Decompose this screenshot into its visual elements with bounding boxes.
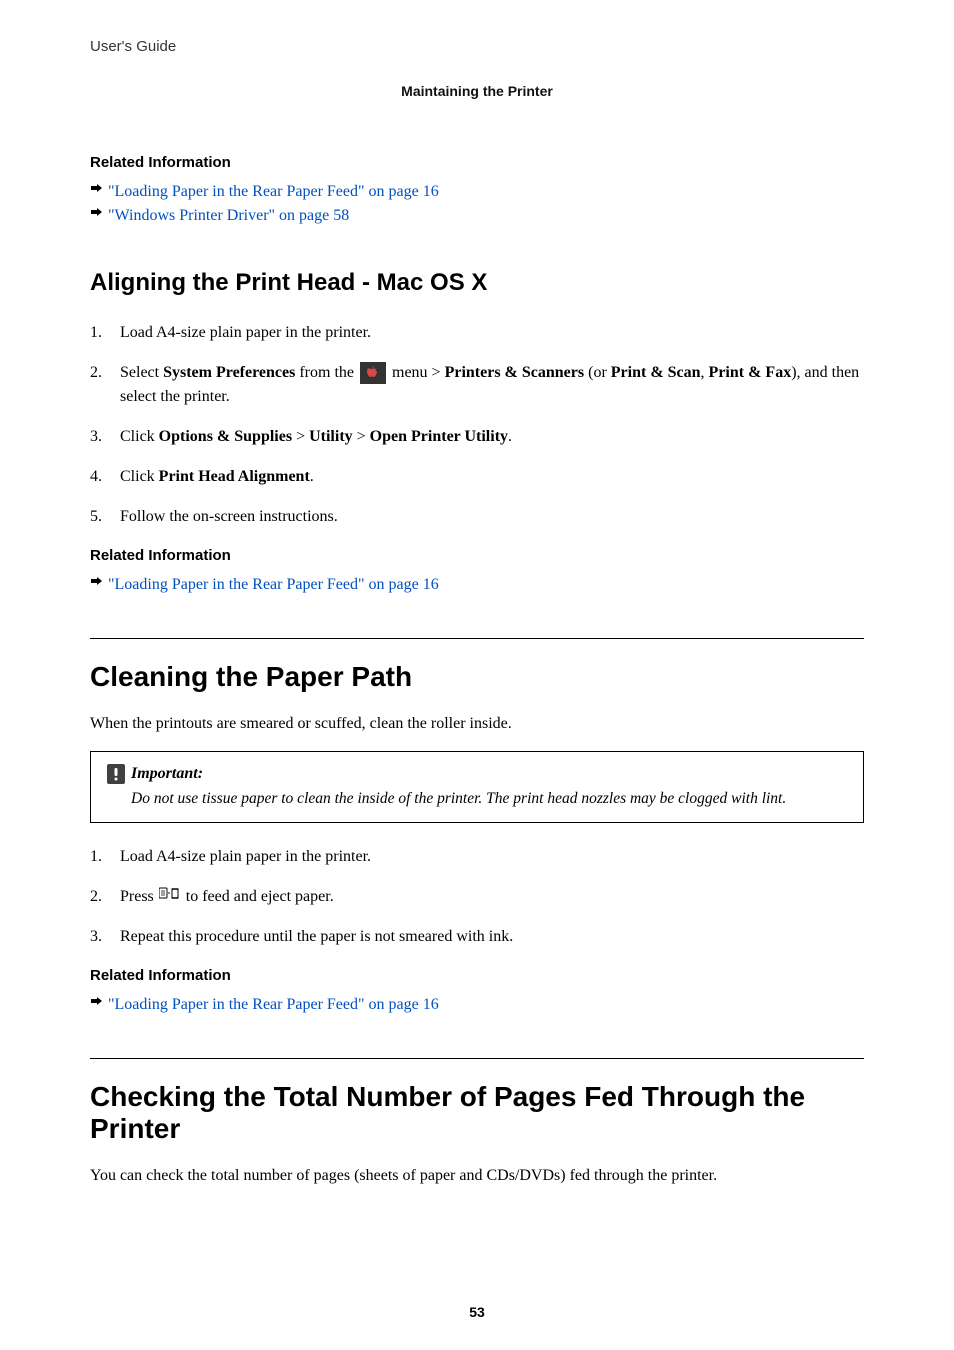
list-number: 3. xyxy=(90,925,108,949)
body-text: When the printouts are smeared or scuffe… xyxy=(90,715,864,733)
important-text: Do not use tissue paper to clean the ins… xyxy=(107,790,847,808)
related-info-heading: Related Information xyxy=(90,547,864,564)
list-item: 5. Follow the on-screen instructions. xyxy=(90,505,864,529)
list-number: 1. xyxy=(90,845,108,869)
list-number: 3. xyxy=(90,425,108,449)
list-text: Load A4-size plain paper in the printer. xyxy=(120,845,864,869)
apple-icon xyxy=(360,362,386,384)
list-item: 2. Select System Preferences from the me… xyxy=(90,361,864,409)
important-icon xyxy=(107,764,125,784)
page-number: 53 xyxy=(0,1304,954,1320)
important-label: Important: xyxy=(131,765,203,783)
list-item: 3. Repeat this procedure until the paper… xyxy=(90,925,864,949)
related-link-row: "Loading Paper in the Rear Paper Feed" o… xyxy=(90,996,864,1014)
guide-title: User's Guide xyxy=(90,38,864,55)
arrow-icon xyxy=(90,207,102,225)
heading-aligning-mac: Aligning the Print Head - Mac OS X xyxy=(90,269,864,297)
list-item: 3. Click Options & Supplies > Utility > … xyxy=(90,425,864,449)
related-info-heading: Related Information xyxy=(90,967,864,984)
list-item: 1. Load A4-size plain paper in the print… xyxy=(90,845,864,869)
list-number: 1. xyxy=(90,321,108,345)
arrow-icon xyxy=(90,183,102,201)
list-item: 2. Press to feed and eject paper. xyxy=(90,885,864,909)
related-link-row: "Loading Paper in the Rear Paper Feed" o… xyxy=(90,183,864,201)
body-text: You can check the total number of pages … xyxy=(90,1167,864,1185)
list-text: Follow the on-screen instructions. xyxy=(120,505,864,529)
list-number: 4. xyxy=(90,465,108,489)
list-text: Repeat this procedure until the paper is… xyxy=(120,925,864,949)
related-info-heading: Related Information xyxy=(90,154,864,171)
important-note: Important: Do not use tissue paper to cl… xyxy=(90,751,864,823)
list-text: Click Options & Supplies > Utility > Ope… xyxy=(120,425,864,449)
arrow-icon xyxy=(90,996,102,1014)
list-item: 1. Load A4-size plain paper in the print… xyxy=(90,321,864,345)
list-text: Press to feed and eject paper. xyxy=(120,885,864,909)
list-text: Click Print Head Alignment. xyxy=(120,465,864,489)
section-title: Maintaining the Printer xyxy=(90,83,864,99)
list-number: 2. xyxy=(90,361,108,409)
related-link-row: "Loading Paper in the Rear Paper Feed" o… xyxy=(90,576,864,594)
related-link-row: "Windows Printer Driver" on page 58 xyxy=(90,207,864,225)
related-link[interactable]: "Loading Paper in the Rear Paper Feed" o… xyxy=(108,996,439,1014)
related-link[interactable]: "Loading Paper in the Rear Paper Feed" o… xyxy=(108,183,439,201)
list-text: Load A4-size plain paper in the printer. xyxy=(120,321,864,345)
related-link[interactable]: "Windows Printer Driver" on page 58 xyxy=(108,207,349,225)
list-text: Select System Preferences from the menu … xyxy=(120,361,864,409)
list-item: 4. Click Print Head Alignment. xyxy=(90,465,864,489)
heading-checking: Checking the Total Number of Pages Fed T… xyxy=(90,1058,864,1145)
list-number: 2. xyxy=(90,885,108,909)
heading-cleaning: Cleaning the Paper Path xyxy=(90,638,864,693)
related-link[interactable]: "Loading Paper in the Rear Paper Feed" o… xyxy=(108,576,439,594)
paper-feed-icon xyxy=(159,885,181,909)
arrow-icon xyxy=(90,576,102,594)
list-number: 5. xyxy=(90,505,108,529)
